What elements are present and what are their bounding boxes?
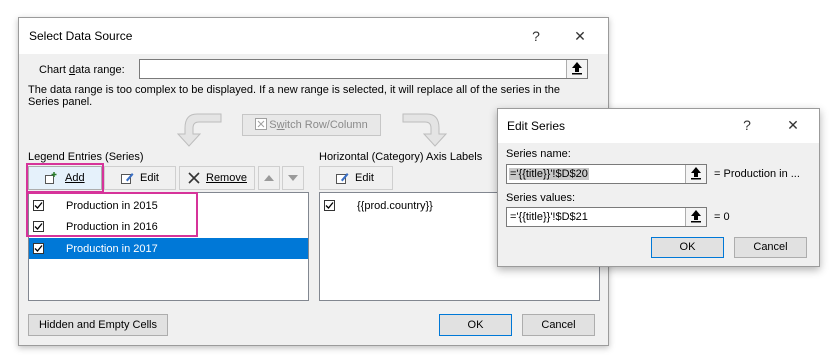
dialog-titlebar: Select Data Source ? ✕: [19, 18, 608, 54]
edit-cancel-button[interactable]: Cancel: [734, 237, 807, 258]
move-up-button[interactable]: [258, 166, 280, 190]
help-button[interactable]: ?: [523, 23, 549, 49]
remove-x-icon: [188, 172, 200, 184]
edit-series-title: Edit Series: [507, 119, 566, 133]
arrow-right-down-icon: [402, 113, 448, 147]
move-down-button[interactable]: [282, 166, 304, 190]
remove-series-button[interactable]: Remove: [179, 166, 255, 190]
add-button-highlight: [26, 163, 104, 193]
arrow-up-icon: [572, 62, 582, 75]
series-name-label: Series name:: [506, 148, 571, 160]
remove-label: Remove: [206, 172, 247, 184]
edit-axis-button[interactable]: Edit: [319, 166, 393, 190]
series-label: Production in 2017: [66, 243, 158, 255]
category-label: {{prod.country}}: [357, 200, 433, 212]
chart-range-input[interactable]: [139, 59, 588, 79]
collapse-dialog-button[interactable]: [566, 60, 587, 78]
edit-close-button[interactable]: ✕: [780, 112, 806, 138]
edit-icon: [336, 173, 349, 184]
hidden-empty-cells-button[interactable]: Hidden and Empty Cells: [28, 314, 168, 336]
legend-entries-label: Legend Entries (Series): [28, 151, 144, 163]
arrow-up-icon: [691, 167, 701, 180]
checkmark-icon: [34, 245, 43, 252]
chart-range-label: Chart data range:: [39, 64, 125, 76]
values-collapse-button[interactable]: [685, 208, 706, 226]
warning-text: The data range is too complex to be disp…: [28, 84, 560, 108]
cancel-button[interactable]: Cancel: [522, 314, 595, 336]
edit-ok-button[interactable]: OK: [651, 237, 724, 258]
series-name-value: ='{{title}}'!$D$20: [509, 168, 589, 180]
name-collapse-button[interactable]: [685, 165, 706, 183]
edit-series-titlebar: Edit Series ? ✕: [498, 109, 819, 143]
move-down-icon: [288, 175, 298, 181]
axis-labels-label: Horizontal (Category) Axis Labels: [319, 151, 483, 163]
series-name-preview: = Production in ...: [714, 168, 800, 180]
dialog-title: Select Data Source: [29, 29, 133, 43]
edit-series-dialog: Edit Series ? ✕ Series name: ='{{title}}…: [497, 108, 820, 267]
ok-button[interactable]: OK: [439, 314, 512, 336]
arrow-left-down-icon: [176, 113, 222, 147]
category-checkbox[interactable]: [324, 200, 335, 211]
series-values-input[interactable]: ='{{title}}'!$D$21: [506, 207, 707, 227]
edit-help-button[interactable]: ?: [734, 112, 760, 138]
move-up-icon: [264, 175, 274, 181]
series-name-input[interactable]: ='{{title}}'!$D$20: [506, 164, 707, 184]
switch-icon: [255, 118, 268, 130]
close-button[interactable]: ✕: [567, 23, 593, 49]
checkmark-icon: [325, 202, 334, 209]
series-highlight: [26, 192, 198, 237]
series-checkbox[interactable]: [33, 243, 44, 254]
edit-series-button[interactable]: Edit: [104, 166, 176, 190]
series-values-label: Series values:: [506, 192, 576, 204]
arrow-up-icon: [691, 210, 701, 223]
edit-icon: [121, 173, 134, 184]
series-values-value: ='{{title}}'!$D$21: [510, 211, 588, 223]
edit-label: Edit: [140, 172, 159, 184]
series-values-preview: = 0: [714, 211, 730, 223]
switch-row-column-button[interactable]: Switch Row/Column: [242, 114, 381, 136]
axis-edit-label: Edit: [355, 172, 374, 184]
series-row-selected[interactable]: Production in 2017: [29, 238, 308, 259]
